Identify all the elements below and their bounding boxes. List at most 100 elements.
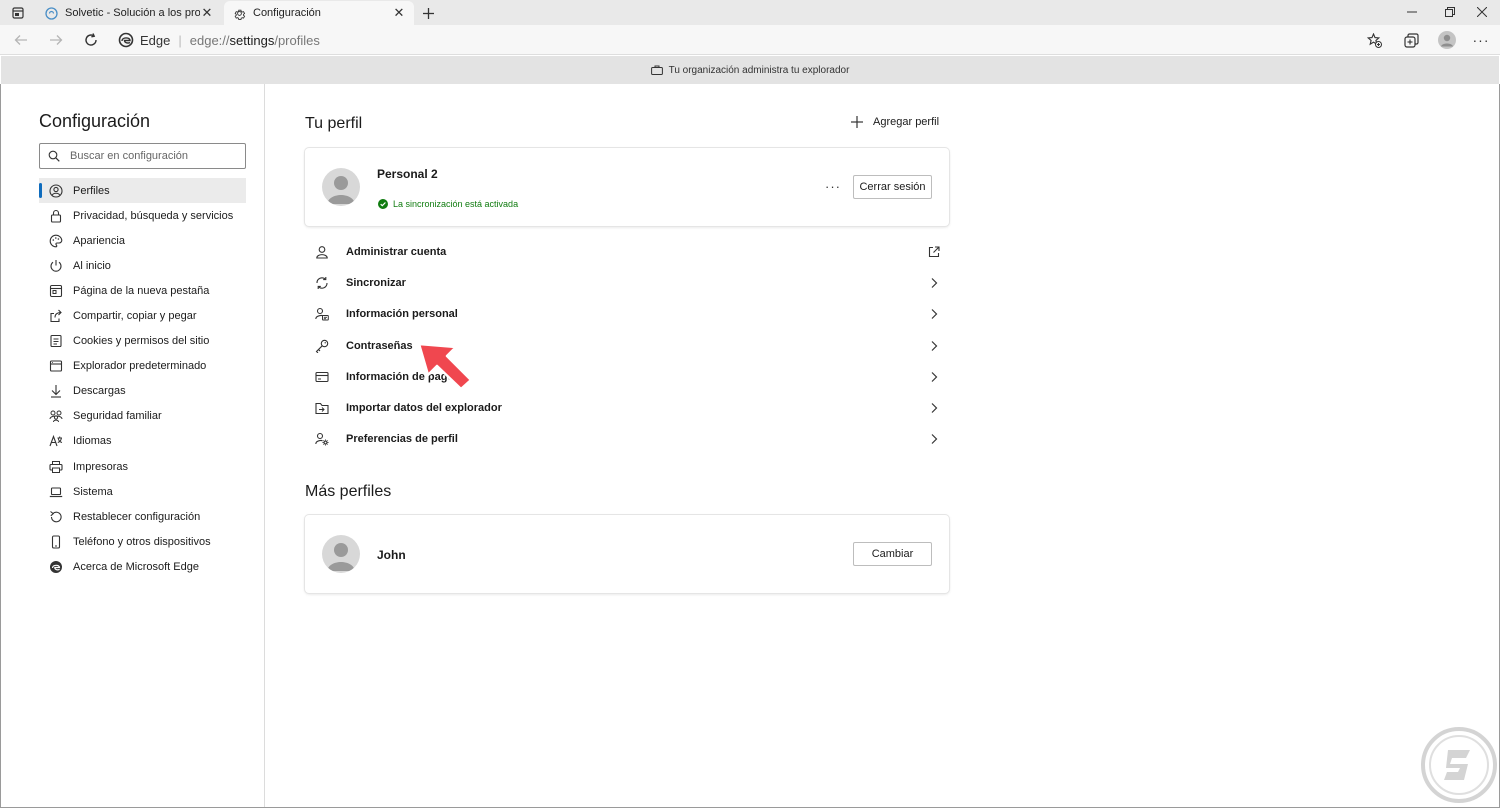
collections-icon: [1403, 32, 1419, 48]
sidebar-item-cookies[interactable]: Cookies y permisos del sitio: [39, 329, 246, 354]
toolbar: Edge | edge://settings/profiles ···: [0, 25, 1500, 55]
avatar: [322, 535, 360, 573]
sidebar-item-al-inicio[interactable]: Al inicio: [39, 253, 246, 278]
other-profile-card: John Cambiar: [305, 515, 949, 593]
sidebar-item-telefono[interactable]: Teléfono y otros dispositivos: [39, 529, 246, 554]
add-profile-button[interactable]: Agregar perfil: [850, 115, 939, 129]
favorites-button[interactable]: [1363, 30, 1385, 50]
sidebar-item-sistema[interactable]: Sistema: [39, 479, 246, 504]
sidebar-item-label: Al inicio: [73, 259, 111, 272]
collections-button[interactable]: [1400, 30, 1422, 50]
chevron-right-icon: [928, 371, 940, 383]
browser-brand: Edge: [140, 32, 171, 48]
settings-main: Tu perfil Agregar perfil Personal 2 La s…: [266, 84, 1499, 807]
edge-logo-icon: [49, 560, 63, 574]
row-sincronizar[interactable]: Sincronizar: [305, 267, 949, 298]
close-tab-icon[interactable]: ✕: [392, 5, 406, 20]
arrow-left-icon: [14, 35, 27, 45]
sidebar-item-label: Perfiles: [73, 184, 110, 197]
sidebar-item-descargas[interactable]: Descargas: [39, 379, 246, 404]
url-host: settings: [229, 32, 275, 48]
row-preferencias-de-perfil[interactable]: Preferencias de perfil: [305, 424, 949, 455]
annotation-arrow-icon: [417, 342, 473, 391]
profile-settings-list: Administrar cuenta Sincronizar Informaci…: [305, 236, 949, 455]
sidebar-item-apariencia[interactable]: Apariencia: [39, 228, 246, 253]
minimize-button[interactable]: [1394, 3, 1430, 21]
chevron-right-icon: [928, 433, 940, 445]
solvetic-watermark-logo: [1421, 727, 1497, 803]
profile-name: Personal 2: [377, 167, 438, 181]
search-box[interactable]: [39, 143, 246, 169]
profile-button[interactable]: [1436, 30, 1458, 50]
lock-icon: [49, 209, 63, 223]
sidebar-item-acerca-de[interactable]: Acerca de Microsoft Edge: [39, 554, 246, 579]
restore-button[interactable]: [1432, 3, 1468, 21]
sidebar-item-label: Acerca de Microsoft Edge: [73, 560, 199, 573]
close-icon: [1477, 7, 1487, 17]
more-horizontal-icon: ···: [825, 178, 841, 194]
sidebar-item-label: Restablecer configuración: [73, 510, 201, 523]
row-administrar-cuenta[interactable]: Administrar cuenta: [305, 236, 949, 267]
avatar-icon: [1438, 31, 1456, 49]
refresh-button[interactable]: [80, 30, 102, 50]
star-add-icon: [1366, 32, 1382, 48]
sync-status: La sincronización está activada: [378, 199, 518, 209]
reset-icon: [49, 510, 63, 524]
import-icon: [314, 400, 330, 416]
chevron-right-icon: [928, 340, 940, 352]
sidebar-item-perfiles[interactable]: Perfiles: [39, 178, 246, 204]
restore-icon: [1445, 7, 1455, 17]
solvetic-favicon-icon: [44, 6, 58, 20]
printer-icon: [49, 460, 63, 474]
more-profiles-heading: Más perfiles: [305, 483, 392, 500]
row-informacion-de-pago[interactable]: Información de pago: [305, 361, 949, 392]
close-window-button[interactable]: [1464, 3, 1500, 21]
sidebar-item-label: Página de la nueva pestaña: [73, 284, 210, 297]
key-icon: [314, 338, 330, 354]
tab-configuracion[interactable]: Configuración ✕: [224, 1, 414, 25]
sidebar-item-restablecer[interactable]: Restablecer configuración: [39, 504, 246, 529]
profile-more-options-button[interactable]: ···: [825, 178, 841, 194]
sidebar-item-idiomas[interactable]: Idiomas: [39, 429, 246, 454]
back-button[interactable]: [10, 30, 32, 50]
switch-profile-button[interactable]: Cambiar: [853, 542, 932, 566]
address-bar[interactable]: Edge | edge://settings/profiles: [118, 30, 320, 50]
briefcase-icon: [650, 65, 663, 75]
tab-actions-button[interactable]: [6, 4, 30, 22]
gear-icon: [232, 6, 246, 20]
more-horizontal-icon: ···: [1472, 32, 1490, 48]
sign-out-button[interactable]: Cerrar sesión: [853, 175, 932, 199]
sidebar-item-impresoras[interactable]: Impresoras: [39, 454, 246, 479]
tab-solvetic[interactable]: Solvetic - Solución a los problem ✕: [36, 1, 222, 25]
close-tab-icon[interactable]: ✕: [200, 5, 214, 20]
row-importar-datos[interactable]: Importar datos del explorador: [305, 392, 949, 423]
sync-status-text: La sincronización está activada: [393, 199, 519, 209]
search-icon: [48, 150, 60, 162]
sync-icon: [314, 275, 330, 291]
forward-button[interactable]: [45, 30, 67, 50]
row-contrasenas[interactable]: Contraseñas: [305, 330, 949, 361]
edge-logo-icon: [118, 32, 134, 48]
settings-sidebar: Configuración Perfiles Privacidad, búsqu…: [1, 84, 265, 807]
sidebar-item-label: Compartir, copiar y pegar: [73, 310, 197, 323]
sidebar-item-label: Sistema: [73, 485, 113, 498]
new-tab-button[interactable]: [418, 3, 438, 23]
sidebar-item-label: Seguridad familiar: [73, 410, 162, 423]
sidebar-item-privacidad[interactable]: Privacidad, búsqueda y servicios: [39, 203, 246, 228]
check-circle-icon: [378, 199, 388, 209]
row-label: Importar datos del explorador: [346, 402, 502, 415]
search-input[interactable]: [70, 150, 240, 162]
refresh-icon: [85, 33, 97, 46]
sidebar-item-explorador[interactable]: Explorador predeterminado: [39, 354, 246, 379]
sidebar-item-label: Idiomas: [73, 435, 112, 448]
sidebar-item-compartir[interactable]: Compartir, copiar y pegar: [39, 303, 246, 328]
sidebar-item-label: Impresoras: [73, 460, 129, 473]
sidebar-item-seguridad-familiar[interactable]: Seguridad familiar: [39, 404, 246, 429]
download-icon: [49, 384, 63, 398]
add-profile-label: Agregar perfil: [873, 116, 940, 128]
languages-icon: [49, 434, 63, 448]
settings-more-button[interactable]: ···: [1470, 30, 1492, 50]
row-informacion-personal[interactable]: Información personal: [305, 299, 949, 330]
chevron-right-icon: [928, 402, 940, 414]
sidebar-item-nueva-pestana[interactable]: Página de la nueva pestaña: [39, 278, 246, 303]
